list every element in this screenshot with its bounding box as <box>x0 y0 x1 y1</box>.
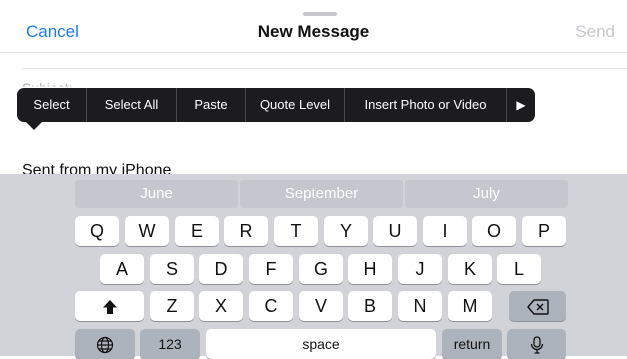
key-l[interactable]: L <box>497 254 541 284</box>
key-m[interactable]: M <box>448 291 492 321</box>
key-b[interactable]: B <box>348 291 392 321</box>
numbers-key[interactable]: 123 <box>140 329 200 359</box>
key-t[interactable]: T <box>274 216 318 246</box>
key-n[interactable]: N <box>398 291 442 321</box>
cancel-button[interactable]: Cancel <box>26 22 79 42</box>
key-c[interactable]: C <box>249 291 293 321</box>
compose-header: New Message Cancel Send <box>0 14 627 50</box>
key-y[interactable]: Y <box>324 216 368 246</box>
key-x[interactable]: X <box>199 291 243 321</box>
field-divider <box>22 68 627 69</box>
dictation-key[interactable] <box>507 329 566 359</box>
play-triangle-icon: ▶ <box>516 98 526 112</box>
return-key[interactable]: return <box>442 329 502 359</box>
menu-pointer-arrow <box>25 121 43 130</box>
key-h[interactable]: H <box>348 254 392 284</box>
menu-item-select-all[interactable]: Select All <box>87 88 177 122</box>
key-d[interactable]: D <box>199 254 243 284</box>
shift-arrow-icon <box>102 300 117 315</box>
key-u[interactable]: U <box>373 216 417 246</box>
microphone-icon <box>530 336 543 354</box>
key-r[interactable]: R <box>224 216 268 246</box>
key-e[interactable]: E <box>175 216 219 246</box>
globe-icon <box>96 337 114 354</box>
delete-backspace-icon <box>526 299 549 315</box>
suggestion-3[interactable]: July <box>405 180 568 208</box>
globe-key[interactable] <box>75 329 135 359</box>
menu-item-insert-photo-video[interactable]: Insert Photo or Video <box>345 88 507 122</box>
menu-more-button[interactable]: ▶ <box>507 88 535 122</box>
menu-item-paste[interactable]: Paste <box>177 88 246 122</box>
key-a[interactable]: A <box>100 254 144 284</box>
key-f[interactable]: F <box>249 254 293 284</box>
suggestion-1[interactable]: June <box>75 180 238 208</box>
menu-item-select[interactable]: Select <box>17 88 87 122</box>
message-signature[interactable]: Sent from my iPhone <box>22 160 171 174</box>
delete-key[interactable] <box>509 291 566 321</box>
edit-menu: Select Select All Paste Quote Level Inse… <box>17 88 535 122</box>
key-o[interactable]: O <box>472 216 516 246</box>
page-title: New Message <box>257 22 370 41</box>
key-s[interactable]: S <box>150 254 194 284</box>
space-key[interactable]: space <box>206 329 436 359</box>
shift-key[interactable] <box>75 291 144 321</box>
key-j[interactable]: J <box>398 254 442 284</box>
key-p[interactable]: P <box>522 216 566 246</box>
menu-item-quote-level[interactable]: Quote Level <box>246 88 345 122</box>
key-i[interactable]: I <box>423 216 467 246</box>
key-q[interactable]: Q <box>75 216 119 246</box>
suggestion-2[interactable]: September <box>240 180 403 208</box>
send-button[interactable]: Send <box>575 22 615 42</box>
key-v[interactable]: V <box>299 291 343 321</box>
key-g[interactable]: G <box>299 254 343 284</box>
key-k[interactable]: K <box>448 254 492 284</box>
key-w[interactable]: W <box>125 216 169 246</box>
header-divider <box>0 52 627 53</box>
key-z[interactable]: Z <box>150 291 194 321</box>
keyboard: June September July Q W E R T Y U I O P … <box>0 174 627 359</box>
